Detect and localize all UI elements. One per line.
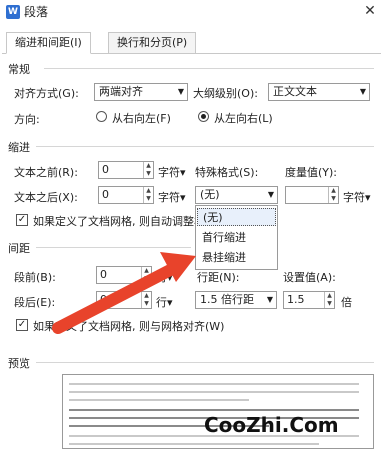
watermark-text: CooZhi.Com (204, 413, 339, 437)
arrow-shaft (52, 260, 184, 334)
red-arrow-annotation (52, 252, 196, 334)
